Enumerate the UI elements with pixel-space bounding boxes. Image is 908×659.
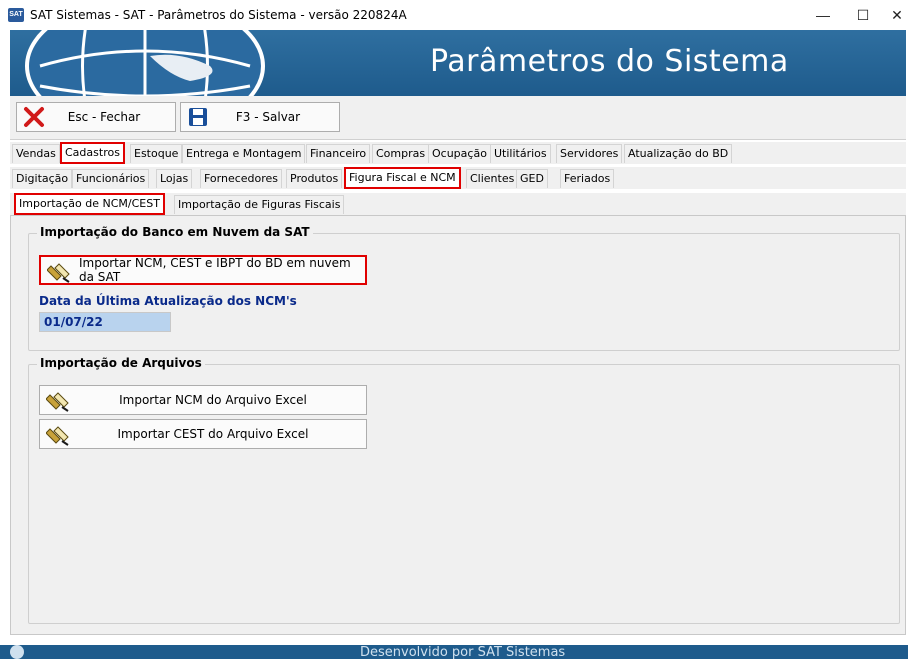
tab-lojas[interactable]: Lojas	[156, 169, 193, 188]
close-button[interactable]: Esc - Fechar	[16, 102, 176, 132]
title-bar: SAT SAT Sistemas - SAT - Parâmetros do S…	[0, 0, 908, 30]
tab-ged[interactable]: GED	[516, 169, 548, 188]
last-update-date: 01/07/22	[39, 312, 171, 332]
import-cloud-button[interactable]: Importar NCM, CEST e IBPT do BD em nuvem…	[39, 255, 367, 285]
tab-entrega-montagem[interactable]: Entrega e Montagem	[182, 144, 306, 163]
toolbar: Esc - Fechar F3 - Salvar	[10, 96, 906, 140]
close-button-label: Esc - Fechar	[67, 110, 141, 124]
save-button[interactable]: F3 - Salvar	[180, 102, 340, 132]
tab-feriados[interactable]: Feriados	[560, 169, 615, 188]
globe-logo-icon	[25, 30, 265, 96]
file-import-group: Importação de Arquivos Importar NCM do A…	[28, 356, 900, 624]
tab-servidores[interactable]: Servidores	[556, 144, 623, 163]
tab-estoque[interactable]: Estoque	[130, 144, 183, 163]
footer-text: Desenvolvido por SAT Sistemas	[360, 645, 566, 659]
tab-clientes[interactable]: Clientes	[466, 169, 519, 188]
tab-funcionarios[interactable]: Funcionários	[72, 169, 150, 188]
sub-tabs: Digitação Funcionários Lojas Fornecedore…	[10, 167, 906, 189]
tab-financeiro[interactable]: Financeiro	[306, 144, 371, 163]
tab-digitacao[interactable]: Digitação	[12, 169, 73, 188]
tab-cadastros[interactable]: Cadastros	[60, 142, 125, 164]
tab-figura-fiscal-ncm[interactable]: Figura Fiscal e NCM	[344, 167, 461, 189]
tab-atualizacao-bd[interactable]: Atualização do BD	[624, 144, 733, 163]
tab-produtos[interactable]: Produtos	[286, 169, 343, 188]
footer-logo-icon	[10, 645, 24, 659]
file-import-group-title: Importação de Arquivos	[37, 356, 205, 370]
content-panel: Importação do Banco em Nuvem da SAT Impo…	[10, 215, 906, 635]
save-button-label: F3 - Salvar	[235, 110, 301, 124]
tab-utilitarios[interactable]: Utilitários	[490, 144, 551, 163]
import-cloud-button-label: Importar NCM, CEST e IBPT do BD em nuvem…	[79, 256, 351, 284]
app-icon: SAT	[8, 8, 24, 22]
import-ncm-excel-button[interactable]: Importar NCM do Arquivo Excel	[39, 385, 367, 415]
banner-title: Parâmetros do Sistema	[430, 44, 789, 79]
cloud-import-group: Importação do Banco em Nuvem da SAT Impo…	[28, 225, 900, 351]
tab-ocupacao[interactable]: Ocupação	[428, 144, 491, 163]
footer-bar: Desenvolvido por SAT Sistemas	[0, 645, 908, 659]
tab-fornecedores[interactable]: Fornecedores	[200, 169, 283, 188]
window-title: SAT Sistemas - SAT - Parâmetros do Siste…	[30, 8, 407, 22]
cloud-import-group-title: Importação do Banco em Nuvem da SAT	[37, 225, 313, 239]
import-cest-excel-label: Importar CEST do Arquivo Excel	[117, 427, 309, 441]
tab-importacao-ncm-cest[interactable]: Importação de NCM/CEST	[14, 193, 165, 215]
import-tabs: Importação de NCM/CEST Importação de Fig…	[10, 193, 906, 215]
last-update-label: Data da Última Atualização dos NCM's	[39, 294, 297, 308]
header-banner: Parâmetros do Sistema	[10, 30, 906, 96]
close-window-button[interactable]: ✕	[874, 0, 908, 30]
main-tabs: Vendas Cadastros Estoque Entrega e Monta…	[10, 142, 906, 164]
tab-compras[interactable]: Compras	[372, 144, 430, 163]
import-cest-excel-button[interactable]: Importar CEST do Arquivo Excel	[39, 419, 367, 449]
import-ncm-excel-label: Importar NCM do Arquivo Excel	[119, 393, 307, 407]
tab-importacao-figuras-fiscais[interactable]: Importação de Figuras Fiscais	[174, 195, 345, 214]
tab-vendas[interactable]: Vendas	[12, 144, 60, 163]
